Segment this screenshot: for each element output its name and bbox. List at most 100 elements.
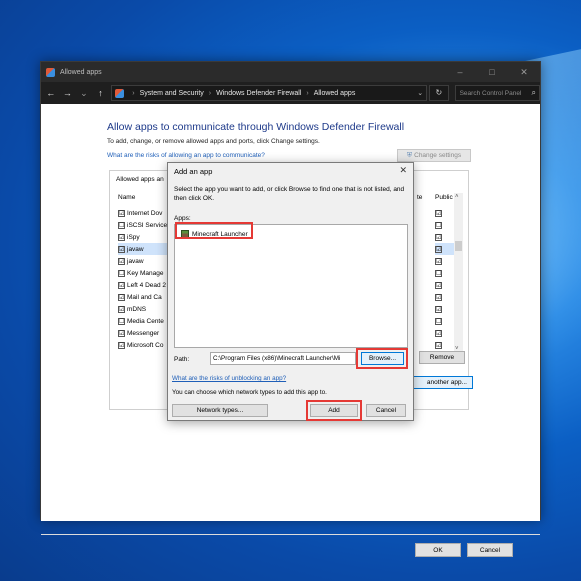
table-row[interactable]: ☑ Left 4 Dead 2 <box>118 279 170 291</box>
highlight-box-minecraft <box>175 222 253 239</box>
public-checkbox[interactable]: ☑ <box>435 281 442 289</box>
app-checkbox[interactable]: ☐ <box>118 317 125 325</box>
close-icon[interactable]: ✕ <box>399 165 407 176</box>
public-checkbox[interactable]: ☑ <box>435 341 442 349</box>
app-name: mDNS <box>127 305 147 313</box>
app-checkbox[interactable]: ☐ <box>118 221 125 229</box>
app-name: Media Cente <box>127 317 164 325</box>
apps-list: Name ☑ Internet Dov ☐ iSCSI Service ☑ iSpy ☑ ja… <box>116 191 170 353</box>
app-name: iSCSI Service <box>127 221 168 229</box>
name-column-header[interactable]: Name <box>118 194 135 201</box>
search-placeholder: Search Control Panel <box>459 89 522 97</box>
public-column-header[interactable]: Public <box>435 194 453 201</box>
close-button[interactable]: ✕ <box>508 67 540 78</box>
app-rows: ☑ Internet Dov ☐ iSCSI Service ☑ iSpy ☑ javaw ☑ j… <box>118 207 170 351</box>
unblock-risks-link[interactable]: What are the risks of unblocking an app? <box>172 375 286 382</box>
table-row[interactable]: ☑ Messenger <box>118 327 170 339</box>
table-row[interactable]: ☑ Internet Dov <box>118 207 170 219</box>
app-checkbox[interactable]: ☑ <box>118 329 125 337</box>
shield-icon: ⛨ <box>406 151 413 159</box>
breadcrumb-firewall[interactable]: Windows Defender Firewall <box>216 90 301 97</box>
firewall-app-icon <box>46 67 55 77</box>
public-checkbox[interactable]: ☑ <box>435 305 442 313</box>
public-checkbox[interactable]: ☑ <box>435 257 442 265</box>
breadcrumb-separator: › <box>132 89 135 97</box>
list-scrollbar[interactable]: ˄ ˅ <box>454 193 463 353</box>
app-checkbox[interactable]: ☑ <box>118 341 125 349</box>
table-row[interactable]: ☐ Media Cente <box>118 315 170 327</box>
back-arrow-icon[interactable]: ← <box>44 88 58 98</box>
table-row[interactable]: ☐ Key Manage <box>118 267 170 279</box>
apps-label: Apps: <box>174 215 191 222</box>
app-name: Left 4 Dead 2 <box>127 281 167 289</box>
dialog-instructions: Select the app you want to add, or click… <box>174 186 405 202</box>
allow-another-app-button[interactable]: another app... <box>409 376 473 389</box>
app-checkbox[interactable]: ☑ <box>118 281 125 289</box>
change-settings-label: Change settings <box>414 152 462 159</box>
public-checkbox[interactable]: ☑ <box>435 329 442 337</box>
ok-button[interactable]: OK <box>415 543 461 557</box>
app-name: Key Manage <box>127 269 164 277</box>
forward-arrow-icon[interactable]: → <box>61 88 75 98</box>
page-title: Allow apps to communicate through Window… <box>107 121 405 133</box>
scrollbar-thumb[interactable] <box>455 241 462 251</box>
change-settings-button[interactable]: ⛨ Change settings <box>397 149 471 162</box>
dialog-apps-list[interactable]: Minecraft Launcher <box>174 224 408 348</box>
network-types-button[interactable]: Network types... <box>172 404 268 417</box>
breadcrumb-system-security[interactable]: System and Security <box>140 90 204 97</box>
footer-divider <box>41 534 540 535</box>
app-checkbox[interactable]: ☑ <box>118 305 125 313</box>
add-app-dialog: Add an app ✕ Select the app you want to … <box>167 162 414 421</box>
private-column-header[interactable]: te <box>417 194 422 201</box>
cancel-button[interactable]: Cancel <box>467 543 513 557</box>
dialog-title: Add an app <box>174 167 213 176</box>
search-icon[interactable]: ⌕ <box>532 88 536 98</box>
app-checkbox[interactable]: ☑ <box>118 209 125 217</box>
network-types-text: You can choose which network types to ad… <box>172 389 327 396</box>
app-name: Mail and Ca <box>127 293 162 301</box>
search-input[interactable]: Search Control Panel ⌕ <box>454 85 541 101</box>
dropdown-history-icon[interactable]: ⌄ <box>77 88 91 99</box>
app-checkbox[interactable]: ☐ <box>118 269 125 277</box>
chevron-down-icon[interactable]: ⌄ <box>417 89 423 97</box>
public-checkbox[interactable]: ☑ <box>435 233 442 241</box>
maximize-button[interactable]: □ <box>476 67 508 78</box>
app-checkbox[interactable]: ☑ <box>118 245 125 253</box>
app-name: Microsoft Co <box>127 341 164 349</box>
table-row[interactable]: ☑ Mail and Ca <box>118 291 170 303</box>
title-bar: Allowed apps – □ ✕ <box>41 62 540 82</box>
app-checkbox[interactable]: ☑ <box>118 293 125 301</box>
public-checkbox[interactable]: ☑ <box>435 293 442 301</box>
app-name: Internet Dov <box>127 209 163 217</box>
table-row[interactable]: ☑ iSpy <box>118 231 170 243</box>
app-name: javaw <box>127 257 144 265</box>
app-name: Messenger <box>127 329 160 337</box>
breadcrumb-allowed-apps[interactable]: Allowed apps <box>314 90 356 97</box>
risks-link[interactable]: What are the risks of allowing an app to… <box>107 152 265 159</box>
refresh-icon[interactable]: ↻ <box>429 85 449 101</box>
path-field[interactable]: C:\Program Files (x86)\Minecraft Launche… <box>210 352 356 365</box>
address-bar[interactable]: › System and Security › Windows Defender… <box>111 85 428 101</box>
navigation-bar: ← → ⌄ ↑ › System and Security › Windows … <box>41 82 541 104</box>
app-checkbox[interactable]: ☑ <box>118 233 125 241</box>
scroll-up-icon[interactable]: ˄ <box>455 194 459 200</box>
table-row[interactable]: ☑ Microsoft Co <box>118 339 170 351</box>
minimize-button[interactable]: – <box>444 67 476 78</box>
public-checkbox[interactable]: ☐ <box>435 221 442 229</box>
app-checkbox[interactable]: ☑ <box>118 257 125 265</box>
dialog-cancel-button[interactable]: Cancel <box>366 404 406 417</box>
breadcrumb-separator: › <box>208 89 212 97</box>
remove-button[interactable]: Remove <box>419 351 465 364</box>
table-row[interactable]: ☑ javaw <box>118 243 170 255</box>
table-row[interactable]: ☑ javaw <box>118 255 170 267</box>
public-checkbox[interactable]: ☐ <box>435 317 442 325</box>
table-row[interactable]: ☐ iSCSI Service <box>118 219 170 231</box>
highlight-box-add <box>306 400 362 421</box>
window-controls: – □ ✕ <box>444 67 540 78</box>
up-arrow-icon[interactable]: ↑ <box>94 88 108 98</box>
public-checkbox[interactable]: ☑ <box>435 209 442 217</box>
table-row[interactable]: ☑ mDNS <box>118 303 170 315</box>
public-checkbox[interactable]: ☐ <box>435 269 442 277</box>
public-checkbox[interactable]: ☑ <box>435 245 442 253</box>
app-name: iSpy <box>127 233 140 241</box>
